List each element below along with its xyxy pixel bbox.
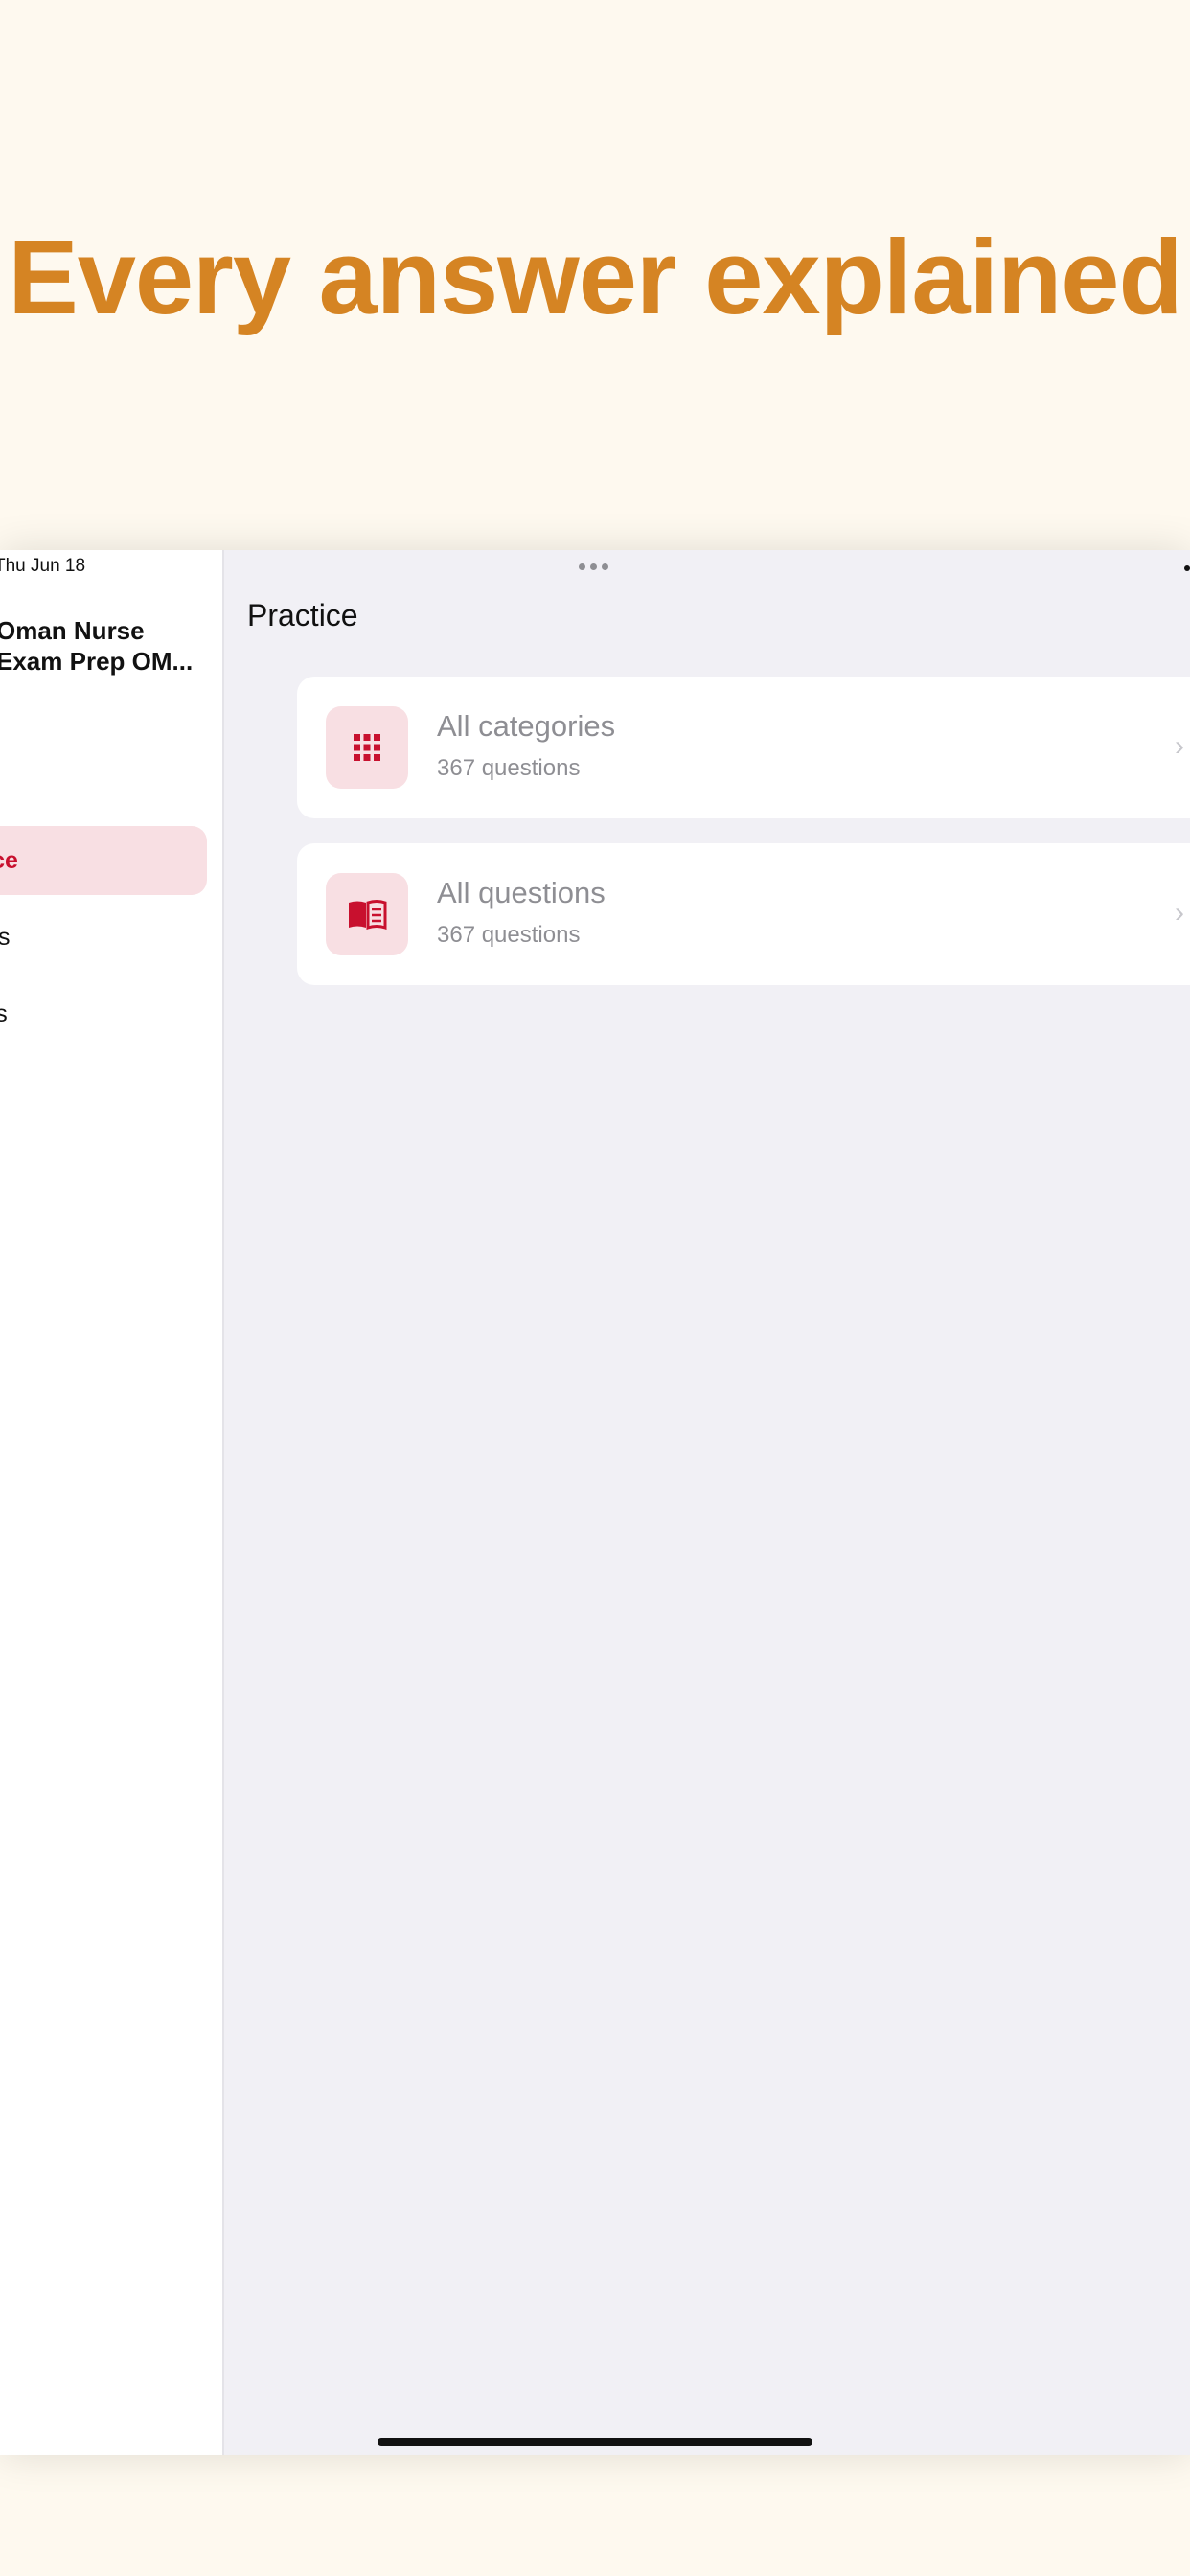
app-title: Oman Nurse Exam Prep OM... <box>0 615 222 677</box>
multitasking-dots-icon[interactable] <box>579 564 608 570</box>
sidebar-item-label: ttings <box>0 1000 8 1027</box>
card-title: All categories <box>437 709 616 743</box>
app-title-line2: Exam Prep OM... <box>0 647 194 676</box>
grid-icon <box>326 706 408 789</box>
promo-headline: Every answer explained <box>8 218 1182 336</box>
chevron-right-icon: › <box>1175 730 1184 762</box>
book-icon <box>326 873 408 955</box>
status-indicator-icon <box>1184 565 1190 571</box>
sidebar-item-label: actice <box>0 847 18 874</box>
page-title: Practice <box>247 598 358 632</box>
sidebar-item-home[interactable]: me <box>0 749 207 818</box>
all-questions-card[interactable]: All questions 367 questions › <box>297 843 1190 985</box>
home-indicator[interactable] <box>378 2438 812 2446</box>
status-date: Thu Jun 18 <box>0 556 86 576</box>
all-categories-card[interactable]: All categories 367 questions › <box>297 677 1190 818</box>
app-title-line1: Oman Nurse <box>0 616 145 645</box>
sidebar-item-label: alysis <box>0 924 11 951</box>
ipad-screen: Thu Jun 18 Oman Nurse Exam Prep OM... me… <box>0 550 1190 2455</box>
sidebar-item-settings[interactable]: ttings <box>0 979 207 1048</box>
chevron-right-icon: › <box>1175 897 1184 929</box>
card-subtitle: 367 questions <box>437 755 581 781</box>
card-title: All questions <box>437 876 606 909</box>
sidebar-item-practice[interactable]: actice <box>0 826 207 895</box>
sidebar-item-analysis[interactable]: alysis <box>0 903 207 972</box>
card-subtitle: 367 questions <box>437 922 581 948</box>
sidebar: Thu Jun 18 Oman Nurse Exam Prep OM... me… <box>0 550 224 2455</box>
